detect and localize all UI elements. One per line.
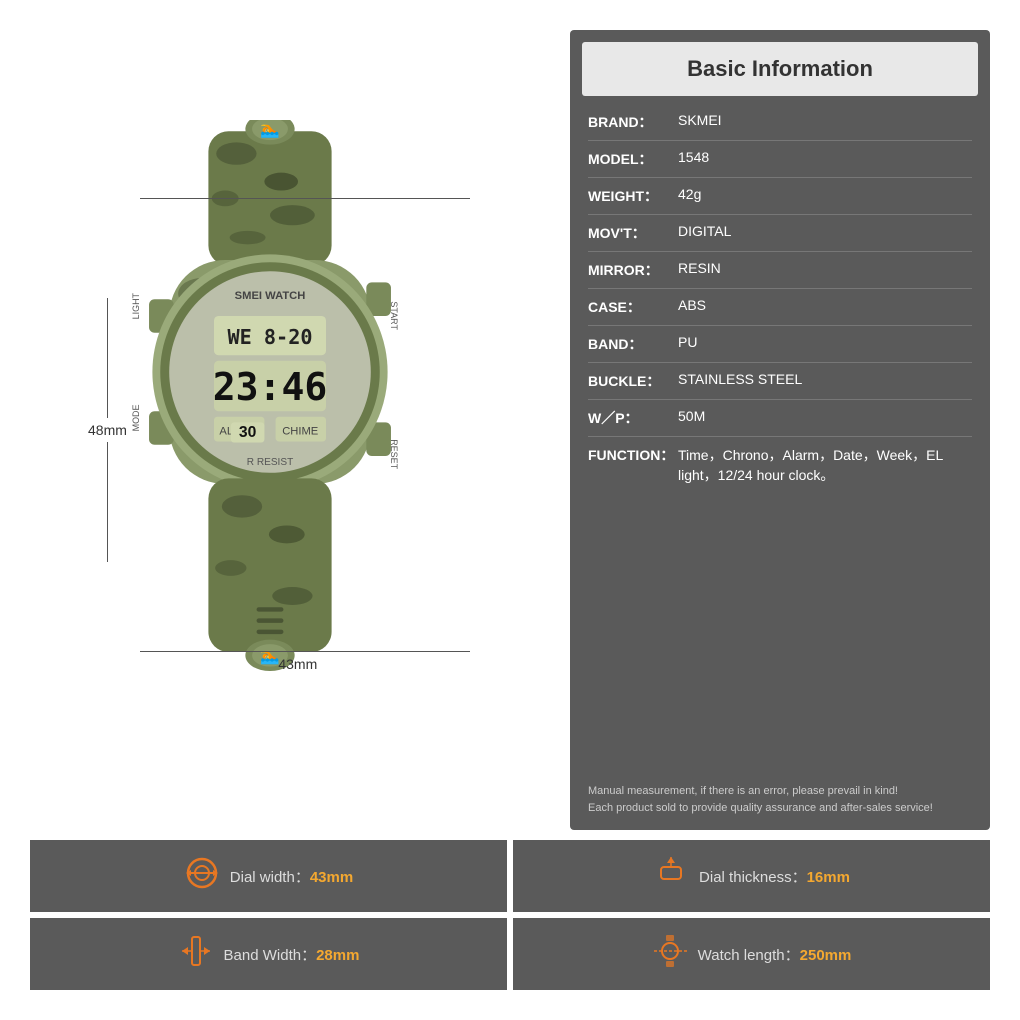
- spec-cell-band-width: Band Width：28mm: [30, 918, 507, 990]
- top-section: 48mm 43mm: [30, 30, 990, 830]
- info-row-label-5: CASE：: [588, 297, 678, 317]
- band-width-icon: [178, 933, 214, 976]
- svg-text:🏊: 🏊: [260, 122, 280, 139]
- dial-width-value: 43mm: [310, 869, 353, 886]
- height-label: 48mm: [88, 418, 127, 442]
- note-line1: Manual measurement, if there is an error…: [588, 783, 972, 800]
- svg-text:LIGHT: LIGHT: [131, 292, 141, 319]
- info-row-value-9: Time，Chrono，Alarm，Date，Week，EL light，12/…: [678, 445, 972, 485]
- info-panel: Basic Information BRAND：SKMEIMODEL：1548W…: [570, 30, 990, 830]
- note-line2: Each product sold to provide quality ass…: [588, 800, 972, 817]
- info-row-8: W／P：50M: [588, 400, 972, 437]
- band-width-label: Band Width：: [224, 947, 317, 964]
- watch-wrapper: 48mm 43mm: [80, 120, 500, 740]
- info-row-label-4: MIRROR：: [588, 260, 678, 280]
- svg-text:START: START: [389, 301, 399, 330]
- dial-width-text: Dial width：43mm: [230, 866, 353, 887]
- info-row-label-3: MOV'T：: [588, 223, 678, 243]
- info-row-value-6: PU: [678, 334, 972, 350]
- info-title: Basic Information: [602, 56, 958, 82]
- svg-text:RESET: RESET: [389, 439, 399, 469]
- svg-text:30: 30: [239, 424, 257, 441]
- info-row-value-2: 42g: [678, 186, 972, 202]
- watch-image: 🏊 LIGHT MOD: [80, 120, 460, 680]
- info-row-5: CASE：ABS: [588, 289, 972, 326]
- info-note: Manual measurement, if there is an error…: [570, 775, 990, 830]
- info-row-value-5: ABS: [678, 297, 972, 313]
- width-label: 43mm: [278, 656, 317, 672]
- info-row-2: WEIGHT：42g: [588, 178, 972, 215]
- dial-thickness-value: 16mm: [807, 869, 850, 886]
- info-row-label-0: BRAND：: [588, 112, 678, 132]
- watch-length-label: Watch length：: [698, 947, 800, 964]
- dial-width-label: Dial width：: [230, 869, 310, 886]
- info-row-7: BUCKLE：STAINLESS STEEL: [588, 363, 972, 400]
- watch-section: 48mm 43mm: [30, 30, 550, 830]
- info-row-value-7: STAINLESS STEEL: [678, 371, 972, 387]
- info-row-value-3: DIGITAL: [678, 223, 972, 239]
- svg-text:23:46: 23:46: [213, 365, 328, 409]
- info-row-label-7: BUCKLE：: [588, 371, 678, 391]
- band-width-text: Band Width：28mm: [224, 944, 360, 965]
- svg-text:MODE: MODE: [131, 404, 141, 431]
- dial-width-icon: [184, 855, 220, 898]
- band-width-value: 28mm: [316, 947, 359, 964]
- watch-length-icon: [652, 933, 688, 976]
- svg-text:SMEI WATCH: SMEI WATCH: [235, 290, 306, 302]
- info-row-label-2: WEIGHT：: [588, 186, 678, 206]
- info-row-6: BAND：PU: [588, 326, 972, 363]
- info-row-4: MIRROR：RESIN: [588, 252, 972, 289]
- spec-cell-dial-thickness: Dial thickness：16mm: [513, 840, 990, 912]
- info-row-value-8: 50M: [678, 408, 972, 424]
- info-row-value-4: RESIN: [678, 260, 972, 276]
- dial-thickness-label: Dial thickness：: [699, 869, 807, 886]
- info-row-value-1: 1548: [678, 149, 972, 165]
- info-row-label-6: BAND：: [588, 334, 678, 354]
- info-row-0: BRAND：SKMEI: [588, 104, 972, 141]
- main-container: 48mm 43mm: [0, 0, 1020, 1020]
- dial-thickness-icon: [653, 855, 689, 898]
- info-row-9: FUNCTION：Time，Chrono，Alarm，Date，Week，EL …: [588, 437, 972, 493]
- info-row-1: MODEL：1548: [588, 141, 972, 178]
- svg-text:WE 8-20: WE 8-20: [228, 325, 313, 349]
- dial-thickness-text: Dial thickness：16mm: [699, 866, 850, 887]
- info-row-3: MOV'T：DIGITAL: [588, 215, 972, 252]
- info-row-value-0: SKMEI: [678, 112, 972, 128]
- info-row-label-1: MODEL：: [588, 149, 678, 169]
- svg-text:CHIME: CHIME: [282, 426, 318, 438]
- info-row-label-8: W／P：: [588, 408, 678, 428]
- info-row-label-9: FUNCTION：: [588, 445, 678, 465]
- watch-length-value: 250mm: [800, 947, 852, 964]
- svg-text:R RESIST: R RESIST: [247, 457, 293, 468]
- specs-section: Dial width：43mm Dial thickness：16mm Band W…: [30, 840, 990, 990]
- info-rows: BRAND：SKMEIMODEL：1548WEIGHT：42gMOV'T：DIG…: [570, 96, 990, 775]
- info-header: Basic Information: [582, 42, 978, 96]
- spec-cell-watch-length: Watch length：250mm: [513, 918, 990, 990]
- watch-length-text: Watch length：250mm: [698, 944, 852, 965]
- spec-cell-dial-width: Dial width：43mm: [30, 840, 507, 912]
